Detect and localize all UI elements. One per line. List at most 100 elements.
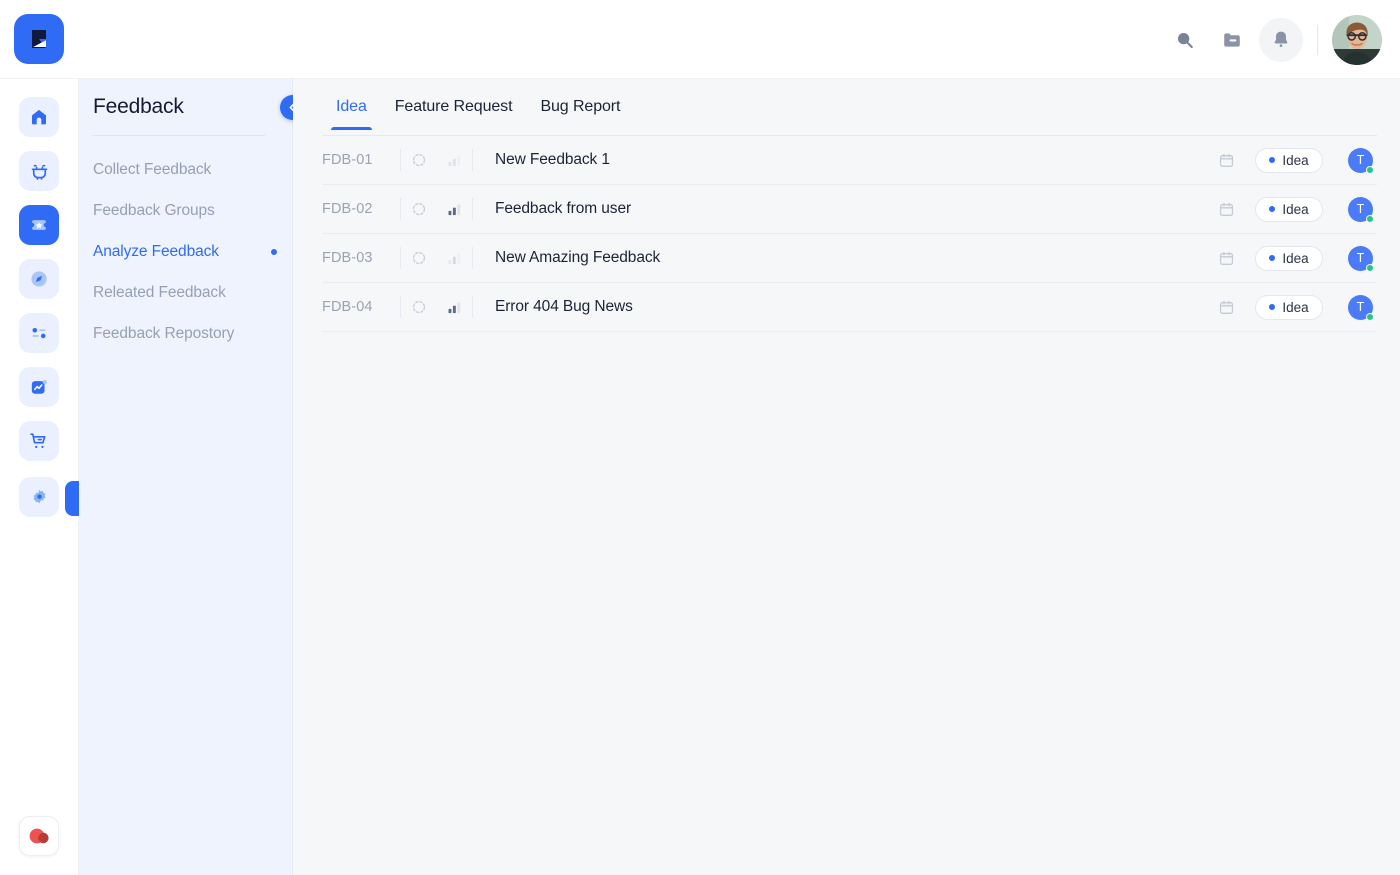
- row-calendar[interactable]: [1205, 201, 1247, 218]
- row-title: New Feedback 1: [495, 151, 610, 168]
- sidebar-item-collect-feedback[interactable]: Collect Feedback: [79, 149, 293, 190]
- online-status-dot: [1366, 312, 1374, 321]
- icon-rail: Settings: [0, 79, 150, 875]
- sidebar-item-label: Feedback Repostory: [93, 324, 235, 342]
- rail-item-home[interactable]: [19, 97, 59, 137]
- sidebar-item-feedback-groups[interactable]: Feedback Groups: [79, 190, 293, 231]
- row-priority[interactable]: [436, 202, 472, 217]
- calendar-icon: [1219, 202, 1233, 216]
- gear-icon: [32, 489, 46, 503]
- bar-chart-icon: [448, 252, 460, 264]
- avatar[interactable]: [1332, 14, 1382, 65]
- rail-item-settings[interactable]: [19, 477, 59, 517]
- tab-feature-request[interactable]: Feature Request: [381, 98, 527, 130]
- rail-item-inbox[interactable]: [19, 151, 59, 191]
- sidebar-item-label: Feedback Groups: [93, 201, 215, 219]
- row-assignee[interactable]: T: [1331, 294, 1377, 321]
- top-header: [0, 0, 1400, 79]
- row-title: Error 404 Bug News: [495, 298, 633, 315]
- online-status-dot: [1366, 165, 1374, 174]
- compass-icon: [31, 271, 47, 287]
- table-row[interactable]: FDB-01 New Feedback 1 Idea T: [322, 136, 1377, 185]
- brand-logo-bottom[interactable]: [19, 816, 59, 856]
- status-badge: Idea: [1255, 245, 1323, 271]
- sidebar-item-feedback-repostory[interactable]: Feedback Repostory: [79, 313, 293, 354]
- badge-dot: [1269, 206, 1276, 212]
- rail-item-analytics[interactable]: [19, 367, 59, 407]
- app-logo-arrow-icon: [32, 30, 46, 48]
- badge-dot: [1269, 157, 1276, 163]
- panel-divider: [92, 135, 265, 136]
- search-button[interactable]: [1163, 18, 1207, 62]
- avatar: T: [1348, 196, 1374, 223]
- header-divider: [1317, 24, 1318, 55]
- ticket-star-icon: [32, 220, 46, 230]
- row-assignee[interactable]: T: [1331, 245, 1377, 272]
- bar-chart-icon: [448, 301, 460, 313]
- row-badge[interactable]: Idea: [1247, 294, 1331, 320]
- dashed-circle-icon: [412, 300, 425, 314]
- bar-chart-icon: [448, 203, 460, 215]
- status-badge: Idea: [1255, 294, 1323, 320]
- bar-chart-icon: [448, 154, 460, 166]
- row-status[interactable]: [401, 251, 436, 265]
- rail-item-explore[interactable]: [19, 259, 59, 299]
- badge-label: Idea: [1282, 201, 1309, 217]
- dashed-circle-icon: [412, 153, 425, 167]
- row-status[interactable]: [401, 153, 436, 167]
- sliders-icon: [32, 327, 46, 339]
- row-id: FDB-04: [322, 299, 373, 315]
- row-badge[interactable]: Idea: [1247, 245, 1331, 271]
- cart-icon: [30, 433, 46, 449]
- rail-item-orders[interactable]: [19, 421, 59, 461]
- row-priority[interactable]: [436, 251, 472, 266]
- row-calendar[interactable]: [1205, 299, 1247, 316]
- notifications-button[interactable]: [1259, 17, 1303, 62]
- avatar-initial: T: [1356, 300, 1365, 314]
- row-calendar[interactable]: [1205, 152, 1247, 169]
- row-priority[interactable]: [436, 153, 472, 168]
- row-badge[interactable]: Idea: [1247, 147, 1331, 173]
- rail-item-filters[interactable]: [19, 313, 59, 353]
- avatar: T: [1348, 245, 1374, 272]
- panel-nav: Collect Feedback Feedback Groups Analyze…: [79, 149, 293, 354]
- bell-icon: [1274, 31, 1288, 47]
- tab-label: Idea: [336, 98, 367, 115]
- row-calendar[interactable]: [1205, 250, 1247, 267]
- dashed-circle-icon: [412, 202, 425, 216]
- calendar-icon: [1219, 300, 1233, 314]
- badge-dot: [1269, 255, 1276, 261]
- folder-icon: [1224, 32, 1240, 47]
- table-row[interactable]: FDB-04 Error 404 Bug News Idea T: [322, 283, 1377, 332]
- row-priority[interactable]: [436, 300, 472, 315]
- user-photo: [1332, 14, 1382, 65]
- app-logo[interactable]: [14, 14, 64, 64]
- table-row[interactable]: FDB-02 Feedback from user Idea T: [322, 185, 1377, 234]
- status-badge: Idea: [1255, 196, 1323, 222]
- sidebar-item-analyze-feedback[interactable]: Analyze Feedback: [79, 231, 293, 272]
- row-title: New Amazing Feedback: [495, 249, 661, 266]
- sidebar-item-label: Releated Feedback: [93, 283, 226, 301]
- row-status[interactable]: [401, 300, 436, 314]
- app-root: Settings Feedback Collect Feedback Feedb…: [0, 0, 1400, 875]
- sidebar-item-releated-feedback[interactable]: Releated Feedback: [79, 272, 293, 313]
- tab-idea[interactable]: Idea: [322, 98, 381, 130]
- calendar-icon: [1219, 153, 1233, 167]
- sidebar-item-label: Collect Feedback: [93, 160, 212, 178]
- analytics-icon: [31, 380, 47, 394]
- sidebar-item-label: Analyze Feedback: [93, 242, 219, 260]
- folder-button[interactable]: [1211, 18, 1255, 62]
- tab-bug-report[interactable]: Bug Report: [526, 98, 634, 130]
- row-id: FDB-01: [322, 152, 373, 168]
- row-assignee[interactable]: T: [1331, 147, 1377, 174]
- rail-item-feedback[interactable]: [19, 205, 59, 245]
- feedback-panel: Feedback Collect Feedback Feedback Group…: [79, 79, 305, 875]
- table-row[interactable]: FDB-03 New Amazing Feedback Idea T: [322, 234, 1377, 283]
- page-title: Feedback: [93, 95, 184, 118]
- badge-label: Idea: [1282, 250, 1309, 266]
- row-status[interactable]: [401, 202, 436, 216]
- header-actions: [1159, 0, 1382, 79]
- badge-dot: [1269, 304, 1276, 310]
- row-assignee[interactable]: T: [1331, 196, 1377, 223]
- row-badge[interactable]: Idea: [1247, 196, 1331, 222]
